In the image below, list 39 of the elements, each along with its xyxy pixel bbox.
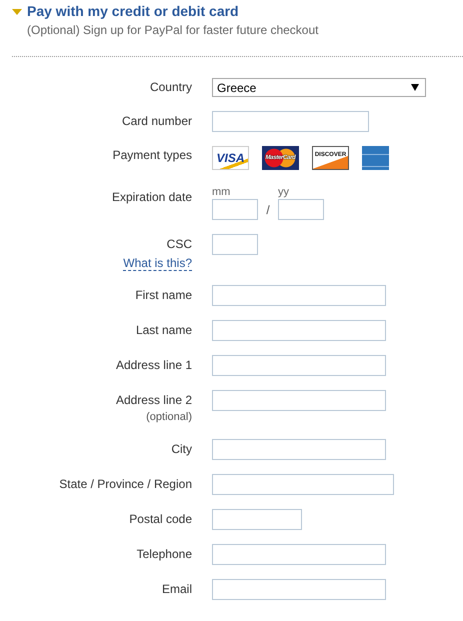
section-subtitle: (Optional) Sign up for PayPal for faster future checkout bbox=[27, 23, 320, 38]
field-label: Email bbox=[162, 582, 192, 597]
field-label: Telephone bbox=[136, 547, 192, 562]
card-logo bbox=[362, 146, 389, 170]
field-label: CSC bbox=[166, 237, 192, 252]
section-title: Pay with my credit or debit card bbox=[27, 3, 239, 20]
month-label: mm bbox=[212, 185, 232, 199]
text-field[interactable] bbox=[212, 285, 386, 306]
field-label: Address line 1 bbox=[116, 358, 192, 373]
field-label: State / Province / Region bbox=[59, 477, 192, 492]
text-field[interactable] bbox=[212, 509, 302, 530]
text-field[interactable] bbox=[212, 474, 394, 495]
field-label: Payment types bbox=[112, 148, 192, 163]
month-field[interactable] bbox=[212, 199, 258, 220]
field-label: First name bbox=[135, 288, 192, 303]
optional-note: (optional) bbox=[146, 410, 192, 425]
help-link[interactable]: What is this? bbox=[123, 256, 192, 271]
field-label: Last name bbox=[136, 323, 192, 338]
text-field[interactable] bbox=[212, 111, 369, 132]
year-label: yy bbox=[278, 185, 290, 199]
text-field[interactable] bbox=[212, 355, 386, 376]
date-separator: / bbox=[265, 202, 271, 216]
year-field[interactable] bbox=[278, 199, 324, 220]
field-label: Address line 2 bbox=[116, 393, 192, 408]
field-label: Country bbox=[150, 80, 192, 95]
card-logo: VISA bbox=[212, 146, 249, 170]
field-label: Expiration date bbox=[112, 190, 192, 205]
text-field[interactable] bbox=[212, 390, 386, 411]
country-dropdown[interactable]: Greece bbox=[212, 78, 426, 97]
text-field[interactable] bbox=[212, 579, 386, 600]
expand-arrow-icon[interactable] bbox=[12, 8, 22, 14]
text-field[interactable] bbox=[212, 320, 386, 341]
csc-field[interactable] bbox=[212, 234, 258, 255]
caret-icon bbox=[411, 84, 419, 91]
field-label: Card number bbox=[122, 114, 192, 129]
text-field[interactable] bbox=[212, 439, 386, 460]
field-label: Postal code bbox=[129, 512, 192, 527]
text-field[interactable] bbox=[212, 544, 386, 565]
field-label: City bbox=[171, 442, 192, 457]
